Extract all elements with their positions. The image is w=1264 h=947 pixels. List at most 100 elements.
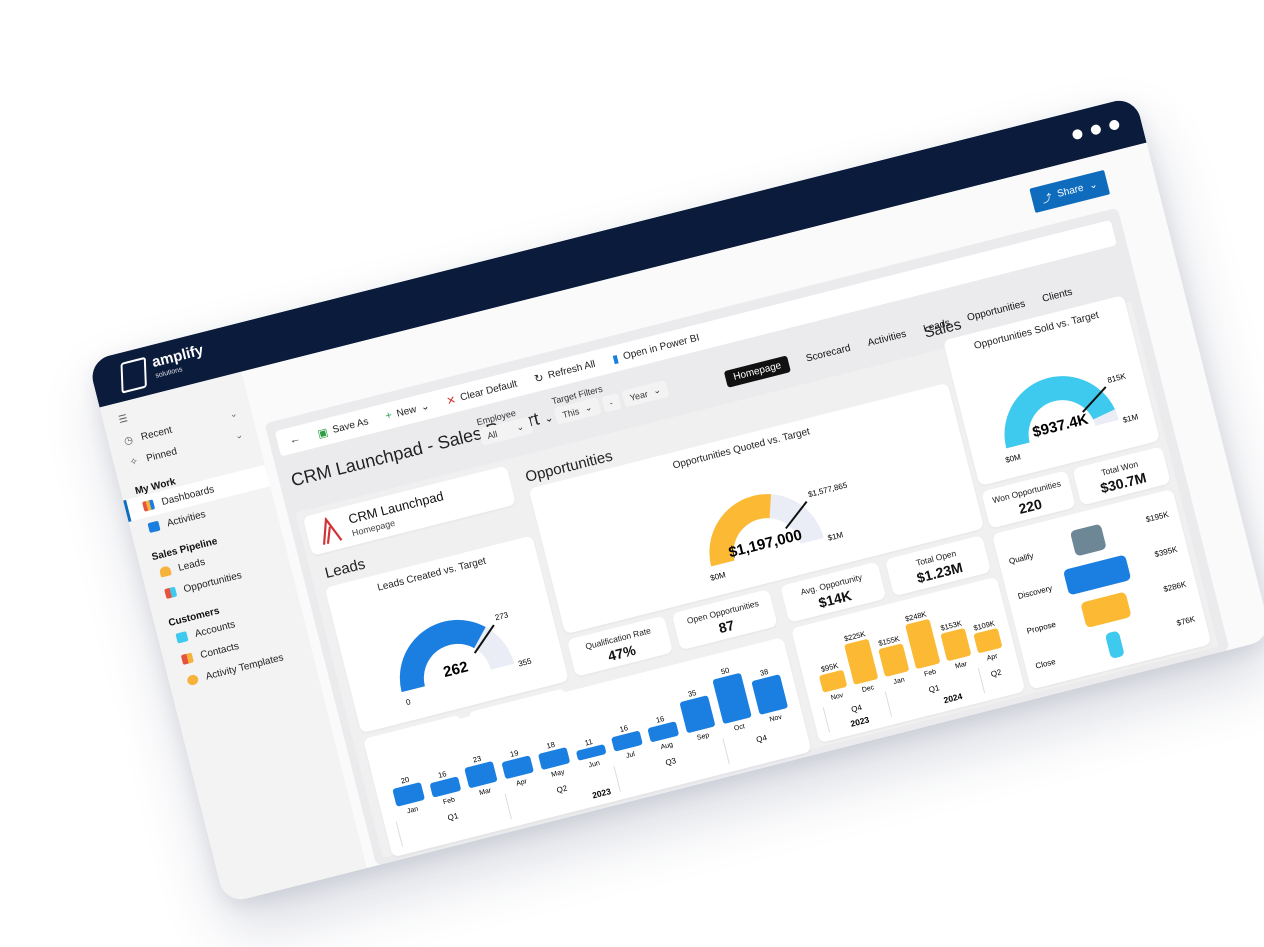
axis-divider [613, 766, 621, 792]
gauge-target-label: 815K [1106, 371, 1127, 384]
target-period: Year [628, 388, 649, 403]
bar [502, 755, 534, 779]
chevron-down-icon: ⌄ [542, 411, 555, 426]
bar-x-tick: Jun [588, 760, 601, 770]
quarter-label: Q3 [665, 756, 678, 767]
bar-data-label: 16 [619, 723, 629, 734]
quarter-label: Q4 [850, 703, 863, 714]
bar-data-label: 16 [655, 714, 665, 725]
funnel-stage-label: Propose [1026, 620, 1058, 636]
gauge-value: 262 [442, 658, 470, 681]
bar-data-label: 38 [759, 667, 769, 678]
bar-x-tick: Feb [442, 796, 456, 806]
funnel-bar [1105, 631, 1124, 659]
chevron-down-icon: ⌄ [233, 428, 244, 441]
bar-x-tick: Mar [955, 661, 969, 671]
stage: amplify solutions ☰ ◷ Recent ⌄ ✧ Pinned … [0, 0, 1264, 947]
bar-data-label: 35 [687, 688, 697, 699]
share-button[interactable]: ⤴ Share ⌄ [1029, 169, 1111, 214]
funnel-bar [1081, 592, 1131, 628]
bar-x-tick: Apr [986, 653, 999, 663]
chevron-down-icon: ⌄ [1087, 179, 1099, 192]
bar-x-tick: May [551, 769, 566, 779]
main-area: ⤴ Share ⌄ ← ▣ Save As + New ⌄ ✕ Clear Defaul… [241, 142, 1264, 869]
tab-activities[interactable]: Activities [867, 329, 908, 349]
chevron-down-icon: ⌄ [515, 421, 525, 433]
funnel-value-label: $395K [1154, 545, 1179, 560]
employee-filter: Employee All ⌄ [476, 405, 533, 446]
bar-data-label: 16 [437, 769, 447, 780]
axis-divider [395, 821, 404, 847]
axis-divider [722, 738, 730, 765]
bar [392, 782, 425, 807]
activities-icon [147, 520, 161, 534]
funnel-bar [1063, 555, 1131, 595]
save-as-button[interactable]: ▣ Save As [316, 415, 370, 440]
sidebar-item-label: Recent [139, 424, 174, 443]
leads-icon [158, 565, 172, 578]
quarter-label: Q1 [928, 683, 941, 694]
bar-data-label: 11 [584, 737, 594, 748]
back-arrow-icon: ← [288, 432, 302, 447]
open-power-bi-label: Open in Power BI [621, 331, 701, 362]
gauge-min-label: $0M [1004, 452, 1022, 465]
dot-icon [1108, 118, 1121, 132]
bar-x-tick: Sep [696, 732, 710, 742]
target-sep: - [600, 392, 622, 413]
open-power-bi-button[interactable]: ▮ Open in Power BI [611, 331, 701, 366]
gauge-value: $937.4K [1031, 411, 1090, 441]
close-icon: ✕ [445, 393, 458, 408]
refresh-all-button[interactable]: ↻ Refresh All [533, 357, 597, 385]
opportunities-icon [164, 586, 178, 599]
bar [712, 673, 752, 724]
window-dots[interactable] [1071, 118, 1121, 141]
clock-icon: ◷ [122, 434, 135, 447]
bar-x-tick: Oct [733, 723, 745, 732]
bar-x-tick: Dec [861, 684, 875, 694]
axis-divider [504, 793, 512, 820]
year-label: 2024 [943, 691, 964, 705]
bar-x-tick: Nov [830, 692, 844, 702]
bar-x-tick: Apr [516, 778, 529, 788]
tab-opportunities[interactable]: Opportunities [966, 299, 1026, 324]
save-as-label: Save As [331, 415, 370, 436]
funnel-bar [1070, 524, 1106, 556]
gauge-max-label: 355 [517, 656, 533, 668]
quarter-label: Q4 [755, 733, 768, 744]
bar [430, 776, 461, 798]
tab-scorecard[interactable]: Scorecard [805, 343, 852, 365]
sidebar-item-label: Leads [177, 556, 207, 574]
employee-value: All [486, 428, 499, 441]
bar [576, 744, 606, 761]
bar-x-tick: Jan [406, 806, 419, 816]
contacts-icon [180, 652, 194, 665]
bar-data-label: 50 [720, 666, 730, 677]
bar [844, 639, 878, 685]
target-value: This [561, 405, 581, 420]
tab-homepage[interactable]: Homepage [723, 355, 791, 388]
dashboard-icon [142, 499, 156, 512]
funnel-stage-label: Discovery [1017, 584, 1053, 601]
funnel-value-label: $76K [1176, 614, 1197, 627]
back-button[interactable]: ← [288, 432, 302, 446]
clear-default-button[interactable]: ✕ Clear Default [445, 377, 519, 407]
share-label: Share [1056, 182, 1085, 200]
dot-icon [1071, 128, 1084, 141]
refresh-icon: ↻ [533, 371, 545, 386]
axis-divider [884, 691, 893, 717]
accounts-icon [175, 631, 189, 644]
bar-x-tick: Aug [660, 741, 674, 751]
pin-icon: ✧ [128, 455, 140, 469]
gauge-max-label: $1M [1122, 412, 1140, 425]
bar-data-label: 19 [509, 748, 519, 759]
gauge-min-label: $0M [709, 570, 727, 583]
sidebar-item-label: Pinned [145, 445, 179, 464]
funnel-stage-label: Close [1035, 657, 1058, 671]
new-button[interactable]: + New ⌄ [384, 400, 430, 422]
bar [611, 731, 643, 752]
tab-clients[interactable]: Clients [1041, 287, 1073, 305]
bar [878, 643, 909, 677]
bar-data-label: 23 [472, 754, 482, 765]
crm-logo-icon [322, 516, 343, 545]
report-logo-title: CRM Launchpad [346, 488, 446, 527]
